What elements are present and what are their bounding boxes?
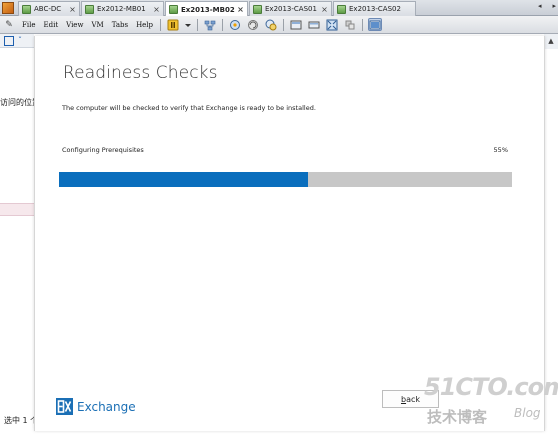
vm-icon [22,4,31,14]
tab-label: Ex2013-CAS02 [349,5,401,13]
network-button[interactable] [203,18,217,31]
background-window-toolbar: ˇ [0,34,34,48]
close-icon[interactable]: × [68,5,77,14]
menu-edit[interactable]: Edit [39,21,62,29]
vm-icon [169,5,178,14]
snapshot-icon [230,19,241,30]
quick-switch-icon [308,21,320,28]
vm-icon [337,4,346,14]
tab-ex2013-cas01[interactable]: Ex2013-CAS01 × [249,1,332,16]
exchange-setup-dialog: Readiness Checks The computer will be ch… [34,36,545,431]
toolbar-separator [362,18,364,31]
progress-label: Configuring Prerequisites [62,146,144,154]
vm-icon [85,4,94,14]
scroll-left-icon[interactable]: ◂ [538,2,542,13]
pause-button[interactable] [166,18,180,31]
console-view-button[interactable] [289,18,303,31]
main-toolbar: ✎ File Edit View VM Tabs Help [0,16,558,34]
background-selected-row [0,203,34,216]
toolbar-separator [283,18,285,31]
tab-scroll-buttons: ◂ ▸ [538,2,556,13]
menu-vm[interactable]: VM [87,21,107,29]
page-description: The computer will be checked to verify t… [62,104,316,112]
watermark-subtitle: 技术博客 [427,408,488,426]
quick-switch-button[interactable] [307,18,321,31]
console-view-icon [290,20,302,29]
tab-label: Ex2012-MB01 [97,5,146,13]
vm-icon [253,4,262,14]
tab-ex2013-mb02[interactable]: Ex2013-MB02 × [165,1,248,17]
snapshot-manager-icon [265,19,277,30]
revert-snapshot-button[interactable] [246,18,260,31]
folder-icon [4,36,14,46]
menu-tabs[interactable]: Tabs [108,21,132,29]
snapshot-manager-button[interactable] [264,18,278,31]
unity-button[interactable] [343,18,357,31]
pause-icon [167,19,179,30]
close-icon[interactable]: × [320,5,329,14]
exchange-logo-text: Exchange [77,399,136,414]
dropdown-arrow-icon [185,23,192,27]
scroll-up-icon[interactable]: ▲ [544,34,558,49]
watermark: 51CTO.com 技术博客 Blog [420,373,558,433]
close-icon[interactable]: × [236,5,245,14]
menu-help[interactable]: Help [132,21,157,29]
scroll-right-icon[interactable]: ▸ [552,2,556,13]
tab-label: Ex2013-MB02 [181,5,235,14]
vmware-app-icon[interactable] [2,2,14,14]
progress-bar-fill [59,172,309,187]
tab-label: ABC-DC [34,5,62,13]
network-icon [204,20,216,30]
fullscreen-icon [326,19,338,30]
tab-abc-dc[interactable]: ABC-DC × [18,1,80,16]
exchange-logo-icon [56,398,73,415]
exchange-logo: Exchange [56,398,136,415]
tab-ex2012-mb01[interactable]: Ex2012-MB01 × [81,1,164,16]
toolbar-separator [197,18,199,31]
chevron-down-icon: ˇ [18,36,22,45]
progress-percent: 55% [493,146,508,154]
pin-icon[interactable]: ✎ [4,19,14,31]
take-snapshot-button[interactable] [228,18,242,31]
tab-label: Ex2013-CAS01 [265,5,317,13]
power-dropdown[interactable] [184,18,192,31]
watermark-site: 51CTO.com [424,373,558,401]
watermark-blog: Blog [514,406,541,420]
page-title: Readiness Checks [63,63,218,83]
revert-snapshot-icon [248,19,259,30]
thumbnail-button[interactable] [368,18,383,31]
progress-bar [59,172,512,187]
vm-tab-strip: ABC-DC × Ex2012-MB01 × Ex2013-MB02 × Ex2… [0,0,558,17]
toolbar-separator [160,18,162,31]
menu-file[interactable]: File [18,21,39,29]
toolbar-separator [222,18,224,31]
unity-icon [345,20,355,29]
fullscreen-button[interactable] [325,18,339,31]
menu-view[interactable]: View [62,21,87,29]
back-button-label: ack [406,394,420,404]
close-icon[interactable]: × [152,5,161,14]
tab-ex2013-cas02[interactable]: Ex2013-CAS02 [333,1,416,16]
thumbnail-icon [369,20,381,29]
